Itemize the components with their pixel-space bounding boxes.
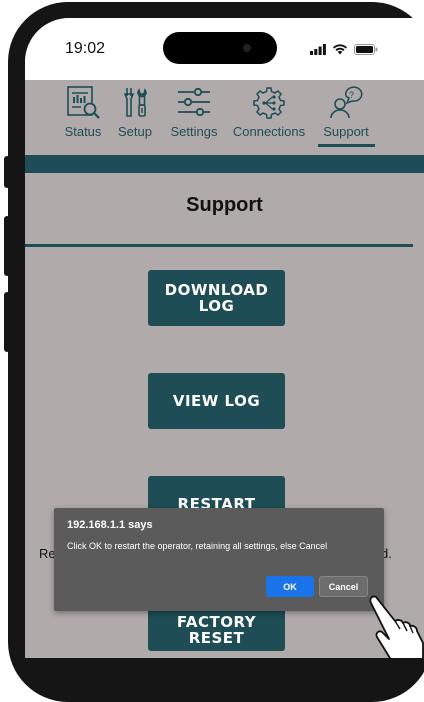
network-gear-icon bbox=[253, 87, 285, 119]
dynamic-island bbox=[163, 32, 277, 64]
phone-side-button bbox=[4, 156, 10, 188]
svg-text:?: ? bbox=[349, 90, 354, 100]
page-title: Support bbox=[186, 194, 263, 216]
status-chart-icon bbox=[67, 86, 100, 119]
active-tab-indicator bbox=[318, 144, 375, 147]
phone-screen: 19:02 Status Setup Settings Connections … bbox=[25, 18, 424, 658]
wifi-icon bbox=[333, 44, 347, 55]
phone-volume-up-button bbox=[4, 216, 10, 276]
sliders-icon bbox=[178, 87, 210, 117]
nav-setup-label: Setup bbox=[118, 124, 152, 139]
battery-icon bbox=[354, 43, 378, 55]
nav-setup[interactable]: Setup bbox=[113, 84, 157, 139]
dialog-ok-button[interactable]: OK bbox=[266, 576, 314, 597]
pointing-hand-icon bbox=[369, 595, 424, 658]
nav-support[interactable]: ? Support bbox=[316, 84, 376, 139]
status-icons bbox=[310, 42, 378, 56]
nav-support-label: Support bbox=[323, 124, 369, 139]
header-band bbox=[25, 155, 424, 173]
tools-icon bbox=[123, 88, 147, 117]
title-divider bbox=[25, 244, 413, 247]
dialog-title: 192.168.1.1 says bbox=[67, 519, 153, 531]
cellular-signal-icon bbox=[310, 43, 326, 55]
status-bar: 19:02 bbox=[25, 18, 424, 80]
nav-status-label: Status bbox=[64, 124, 102, 139]
confirm-dialog: 192.168.1.1 says Click OK to restart the… bbox=[54, 508, 384, 611]
nav-settings[interactable]: Settings bbox=[166, 84, 222, 139]
dialog-cancel-button[interactable]: Cancel bbox=[319, 576, 368, 597]
support-person-icon: ? bbox=[330, 86, 363, 119]
status-time: 19:02 bbox=[65, 40, 106, 57]
dialog-message: Click OK to restart the operator, retain… bbox=[67, 541, 328, 551]
top-navigation: Status Setup Settings Connections ? Supp… bbox=[25, 80, 424, 160]
view-log-button[interactable]: VIEW LOG bbox=[148, 373, 285, 429]
download-log-button[interactable]: DOWNLOAD LOG bbox=[148, 270, 285, 326]
nav-connections[interactable]: Connections bbox=[230, 84, 308, 139]
phone-volume-down-button bbox=[4, 292, 10, 352]
nav-connections-label: Connections bbox=[232, 124, 306, 139]
nav-settings-label: Settings bbox=[170, 124, 218, 139]
nav-status[interactable]: Status bbox=[58, 84, 108, 139]
